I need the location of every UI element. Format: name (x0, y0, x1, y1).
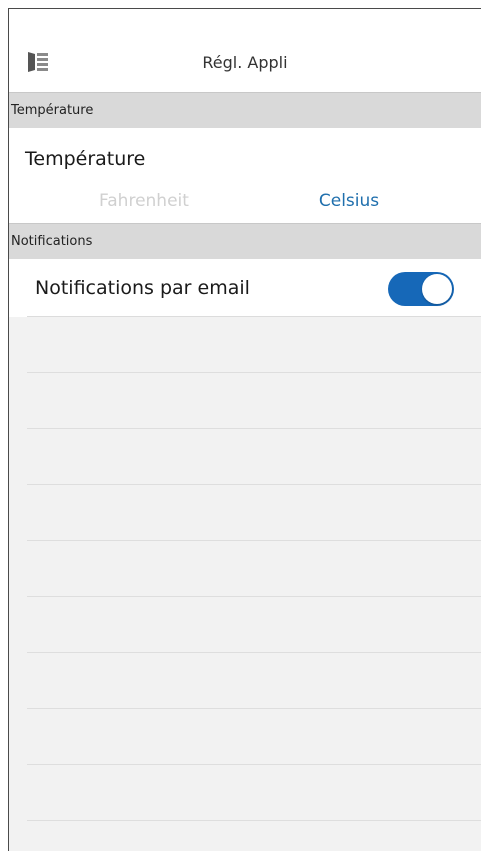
table-divider (27, 764, 481, 765)
temperature-unit-selector: Fahrenheit Celsius (9, 183, 481, 219)
table-divider (27, 652, 481, 653)
table-divider (27, 820, 481, 821)
table-divider (27, 596, 481, 597)
table-divider (27, 708, 481, 709)
email-notifications-label: Notifications par email (35, 277, 250, 299)
email-notifications-toggle[interactable] (388, 272, 454, 306)
empty-table-area (9, 317, 481, 851)
app-screen: Régl. Appli Température Température Fahr… (8, 8, 481, 851)
email-notifications-row: Notifications par email (9, 259, 481, 317)
toggle-knob (422, 274, 452, 304)
section-header-temperature: Température (9, 92, 481, 128)
table-divider (27, 428, 481, 429)
option-fahrenheit[interactable]: Fahrenheit (49, 183, 239, 219)
table-divider (27, 484, 481, 485)
temperature-row: Température Fahrenheit Celsius (9, 128, 481, 223)
nav-header: Régl. Appli (9, 9, 481, 92)
temperature-label: Température (25, 148, 146, 170)
option-celsius[interactable]: Celsius (249, 183, 449, 219)
section-header-notifications: Notifications (9, 223, 481, 259)
table-divider (27, 372, 481, 373)
table-divider (27, 540, 481, 541)
page-title: Régl. Appli (202, 53, 288, 72)
